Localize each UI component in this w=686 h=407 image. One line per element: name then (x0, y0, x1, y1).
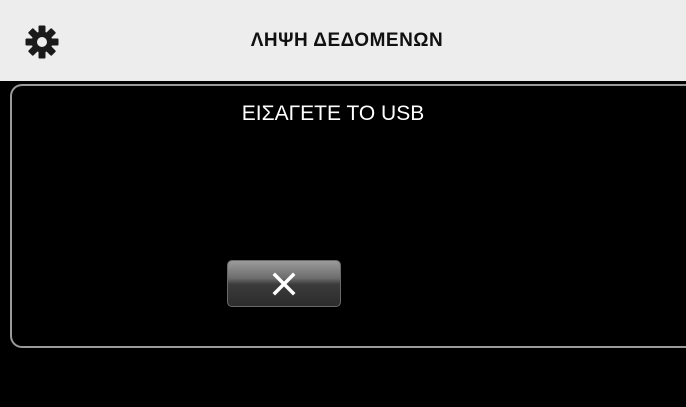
close-icon (272, 272, 296, 295)
dialog-message-container: ΕΙΣΑΓΕΤΕ ΤΟ USB (0, 102, 686, 126)
screen: ΛΗΨΗ ΔΕΔΟΜΕΝΩΝ ΕΙΣΑΓΕΤΕ ΤΟ USB (0, 0, 686, 407)
dialog-message: ΕΙΣΑΓΕΤΕ ΤΟ USB (241, 102, 425, 125)
gear-icon[interactable] (24, 24, 60, 60)
header-bar: ΛΗΨΗ ΔΕΔΟΜΕΝΩΝ (0, 0, 686, 81)
page-title: ΛΗΨΗ ΔΕΔΟΜΕΝΩΝ (250, 29, 444, 51)
close-button[interactable] (227, 260, 341, 307)
